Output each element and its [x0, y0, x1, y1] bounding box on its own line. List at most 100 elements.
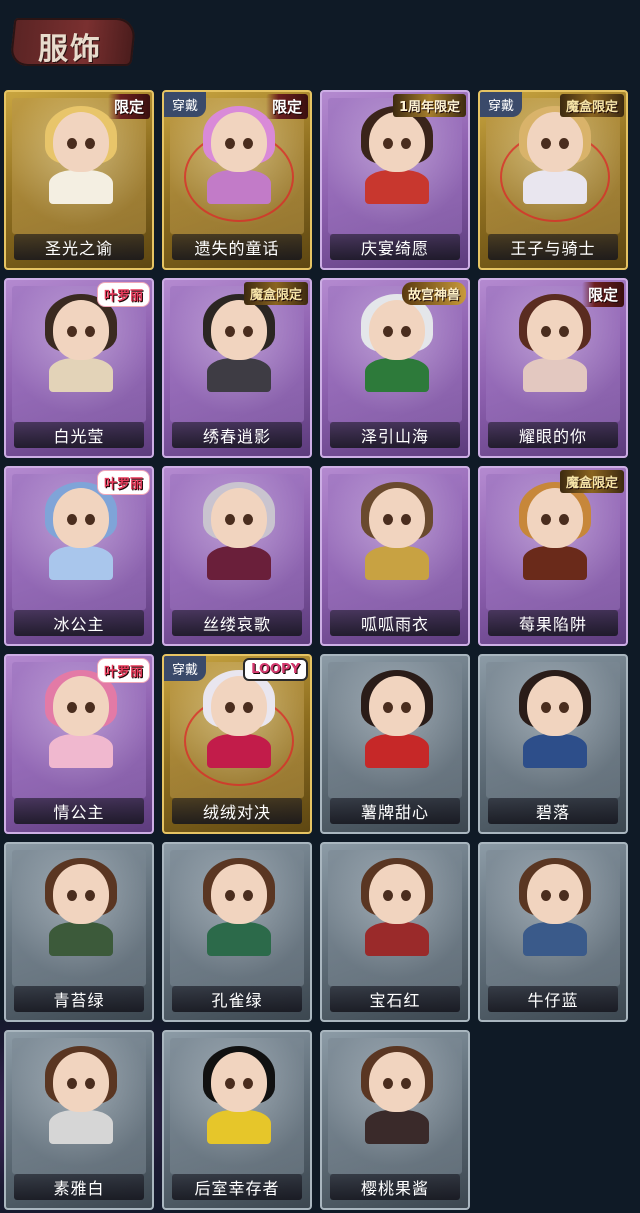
costume-name: 宝石红 [369, 991, 421, 1010]
character-portrait [359, 1046, 435, 1144]
portrait-outfit [49, 358, 113, 392]
costume-card[interactable]: 薯牌甜心 [320, 654, 470, 834]
portrait-outfit [49, 170, 113, 204]
portrait-outfit [207, 358, 271, 392]
portrait-outfit [365, 1110, 429, 1144]
portrait-face [527, 112, 583, 172]
portrait-eye-right [243, 326, 253, 337]
costume-card[interactable]: 碧落 [478, 654, 628, 834]
portrait-eye-left [383, 1078, 393, 1089]
costume-card[interactable]: 限定 耀眼的你 [478, 278, 628, 458]
section-header: 服饰 [6, 6, 137, 78]
costume-card[interactable]: 宝石红 [320, 842, 470, 1022]
costume-card[interactable]: 魔盒限定 莓果陷阱 [478, 466, 628, 646]
portrait-face [527, 864, 583, 924]
portrait-eye-right [401, 138, 411, 149]
portrait-face [527, 488, 583, 548]
character-portrait [201, 482, 277, 580]
portrait-face [53, 112, 109, 172]
costume-card[interactable]: 魔盒限定 穿戴 王子与骑士 [478, 90, 628, 270]
portrait-eye-left [67, 514, 77, 525]
portrait-eye-right [85, 702, 95, 713]
costume-card[interactable]: 1周年限定庆宴绮愿 [320, 90, 470, 270]
costume-name-plate: 宝石红 [330, 986, 460, 1012]
costume-name-plate: 樱桃果酱 [330, 1174, 460, 1200]
equipped-badge: 穿戴 [164, 92, 207, 117]
portrait-outfit [207, 546, 271, 580]
costume-card[interactable]: 限定 圣光之谕 [4, 90, 154, 270]
costume-card[interactable]: 限定 穿戴遗失的童话 [162, 90, 312, 270]
character-portrait [517, 670, 593, 768]
character-portrait [201, 106, 277, 204]
character-portrait [43, 670, 119, 768]
costume-name-plate: 绣春逍影 [172, 422, 302, 448]
portrait-eye-left [225, 514, 235, 525]
equipped-badge: 穿戴 [164, 656, 207, 681]
portrait-eye-right [559, 702, 569, 713]
costume-card[interactable]: 故宫神兽 泽引山海 [320, 278, 470, 458]
portrait-eye-right [401, 326, 411, 337]
portrait-outfit [365, 734, 429, 768]
costume-badge: 限定 [265, 94, 308, 119]
costume-name-plate: 白光莹 [14, 422, 144, 448]
portrait-eye-left [67, 138, 77, 149]
costume-name: 碧落 [535, 803, 570, 822]
portrait-eye-right [85, 514, 95, 525]
portrait-outfit [207, 922, 271, 956]
costume-card[interactable]: 素雅白 [4, 1030, 154, 1210]
portrait-eye-left [541, 138, 551, 149]
costume-card[interactable]: 叶罗丽 白光莹 [4, 278, 154, 458]
costume-badge: 1周年限定 [392, 94, 466, 117]
costume-card[interactable]: 孔雀绿 [162, 842, 312, 1022]
portrait-eye-right [559, 514, 569, 525]
costume-name: 白光莹 [53, 427, 105, 446]
portrait-eye-right [559, 890, 569, 901]
costume-name-plate: 遗失的童话 [172, 234, 302, 260]
costume-name-plate: 后室幸存者 [172, 1174, 302, 1200]
portrait-outfit [365, 922, 429, 956]
costume-card[interactable]: 后室幸存者 [162, 1030, 312, 1210]
costume-card[interactable]: 魔盒限定 绣春逍影 [162, 278, 312, 458]
portrait-eye-left [225, 138, 235, 149]
portrait-face [369, 488, 425, 548]
portrait-eye-right [559, 138, 569, 149]
portrait-face [211, 112, 267, 172]
character-portrait [517, 294, 593, 392]
portrait-outfit [207, 170, 271, 204]
costume-card[interactable]: 呱呱雨衣 [320, 466, 470, 646]
costume-name: 孔雀绿 [211, 991, 263, 1010]
costume-card[interactable]: 丝缕哀歌 [162, 466, 312, 646]
portrait-face [369, 1052, 425, 1112]
portrait-eye-right [243, 890, 253, 901]
portrait-eye-right [401, 890, 411, 901]
costume-name: 冰公主 [53, 615, 105, 634]
costume-name: 庆宴绮愿 [360, 239, 429, 258]
costume-card[interactable]: LOOPY 穿戴 绒绒对决 [162, 654, 312, 834]
portrait-outfit [49, 1110, 113, 1144]
portrait-face [211, 488, 267, 548]
costume-card[interactable]: 牛仔蓝 [478, 842, 628, 1022]
character-portrait [359, 670, 435, 768]
costume-name: 绒绒对决 [202, 803, 271, 822]
portrait-eye-left [67, 326, 77, 337]
costume-name: 王子与骑士 [510, 239, 596, 258]
portrait-eye-left [225, 326, 235, 337]
portrait-face [369, 112, 425, 172]
costume-card[interactable]: 叶罗丽 冰公主 [4, 466, 154, 646]
portrait-face [369, 300, 425, 360]
portrait-face [527, 676, 583, 736]
costume-card[interactable]: 樱桃果酱 [320, 1030, 470, 1210]
portrait-eye-left [383, 890, 393, 901]
costume-card[interactable]: 叶罗丽 情公主 [4, 654, 154, 834]
portrait-outfit [523, 170, 587, 204]
costume-card[interactable]: 青苔绿 [4, 842, 154, 1022]
portrait-eye-left [541, 514, 551, 525]
portrait-face [53, 488, 109, 548]
costume-name-plate: 薯牌甜心 [330, 798, 460, 824]
portrait-face [211, 864, 267, 924]
portrait-eye-right [85, 138, 95, 149]
portrait-outfit [365, 358, 429, 392]
costume-name: 泽引山海 [360, 427, 429, 446]
portrait-eye-right [243, 138, 253, 149]
portrait-eye-left [225, 890, 235, 901]
